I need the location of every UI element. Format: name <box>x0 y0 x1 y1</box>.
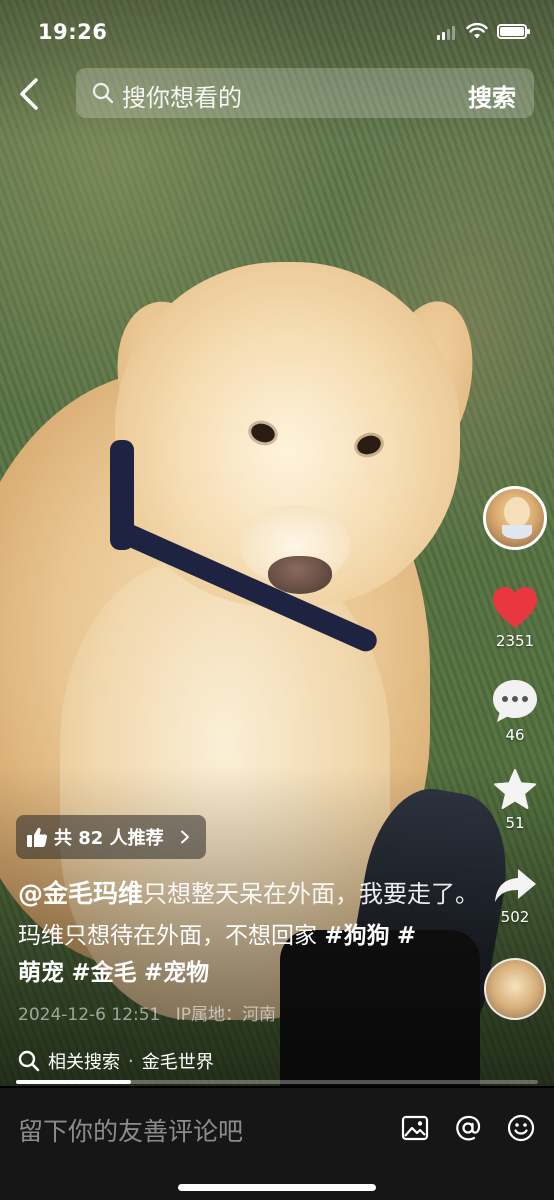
related-search-separator: · <box>128 1050 134 1072</box>
thumbs-up-icon <box>27 827 48 847</box>
search-icon <box>92 82 114 104</box>
comment-bar: 留下你的友善评论吧 <box>0 1088 554 1200</box>
home-indicator <box>178 1184 376 1191</box>
comment-count: 46 <box>505 726 525 744</box>
hashtag[interactable]: #金毛 <box>71 960 136 986</box>
search-button[interactable]: 搜索 <box>468 78 516 113</box>
related-search-label: 相关搜索 <box>48 1052 120 1073</box>
search-icon <box>18 1050 40 1072</box>
status-bar: 19:26 <box>0 0 554 62</box>
star-icon <box>494 769 536 809</box>
post-title: 只想整天呆在外面，我要走了。 <box>143 880 480 908</box>
related-search[interactable]: 相关搜索 · 金毛世界 <box>18 1048 214 1074</box>
comment-button[interactable]: 46 <box>480 678 550 744</box>
heart-icon <box>493 587 537 628</box>
search-input[interactable]: 搜你想看的 <box>122 78 242 113</box>
like-button[interactable]: 2351 <box>480 586 550 650</box>
favorite-count: 51 <box>505 814 525 832</box>
status-time: 19:26 <box>38 20 108 44</box>
description-text: 玛维只想待在外面，不想回家 <box>18 923 317 949</box>
like-count: 2351 <box>495 632 535 650</box>
comment-icon <box>493 680 537 722</box>
wifi-icon <box>466 22 488 39</box>
avatar-dog-face <box>504 497 530 527</box>
video-progress-bar[interactable] <box>16 1080 538 1084</box>
related-search-term: 金毛世界 <box>141 1052 214 1073</box>
emoji-icon[interactable] <box>507 1114 535 1142</box>
chevron-right-icon <box>180 830 189 844</box>
author-avatar[interactable] <box>483 486 547 550</box>
recommend-pill[interactable]: 共 82 人推荐 <box>16 815 206 859</box>
at-icon[interactable] <box>454 1114 482 1142</box>
favorite-button[interactable]: 51 <box>480 768 550 832</box>
ip-location: IP属地：河南 <box>175 1005 277 1025</box>
cellular-signal-icon <box>437 26 455 40</box>
share-count: 502 <box>500 908 530 926</box>
hashtag[interactable]: #狗狗 <box>324 923 389 949</box>
post-date: 2024-12-6 12:51 <box>18 1005 161 1025</box>
share-icon <box>495 869 536 902</box>
video-progress-fill <box>16 1080 131 1084</box>
music-disc[interactable] <box>484 958 546 1020</box>
post-meta: 2024-12-6 12:51 IP属地：河南 <box>18 1000 276 1025</box>
search-box[interactable]: 搜你想看的 搜索 <box>76 68 534 118</box>
recommend-text: 共 82 人推荐 <box>54 828 164 849</box>
caption-title-line: @金毛玛维只想整天呆在外面，我要走了。 <box>18 874 488 910</box>
author-name[interactable]: @金毛玛维 <box>18 879 143 908</box>
image-icon[interactable] <box>401 1114 429 1142</box>
post-description: 玛维只想待在外面，不想回家 #狗狗 #萌宠 #金毛 #宠物 <box>18 918 428 992</box>
back-button[interactable] <box>12 72 52 116</box>
avatar-scarf <box>502 525 532 539</box>
comment-input[interactable]: 留下你的友善评论吧 <box>18 1112 243 1148</box>
hashtag[interactable]: #宠物 <box>144 960 209 986</box>
share-button[interactable]: 502 <box>480 866 550 926</box>
chevron-left-icon <box>20 78 38 110</box>
battery-icon <box>497 24 530 39</box>
